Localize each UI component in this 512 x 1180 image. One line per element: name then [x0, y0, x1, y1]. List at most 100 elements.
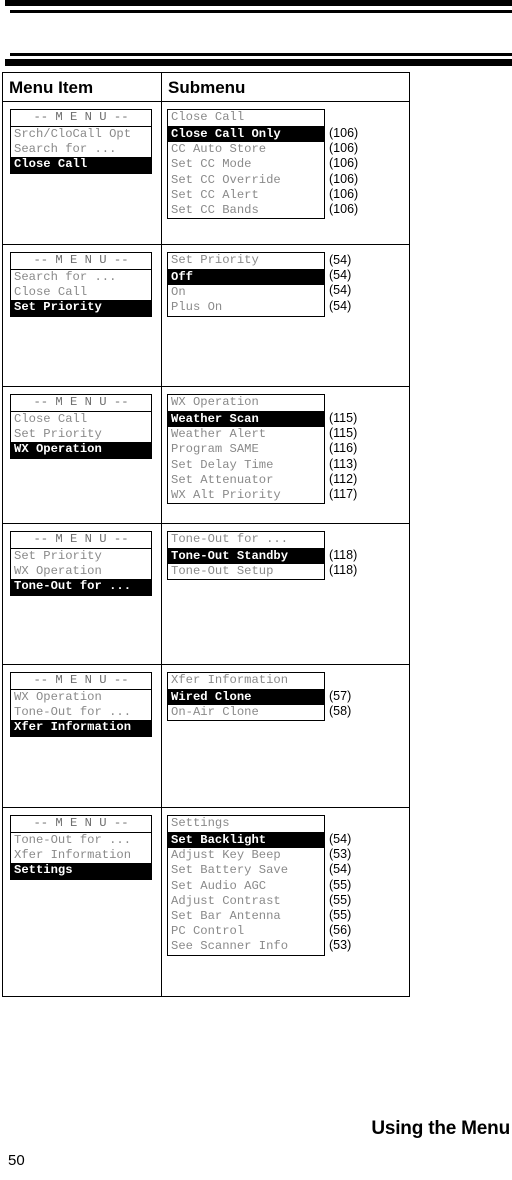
page-reference: (106): [329, 141, 359, 156]
lcd-menu-item[interactable]: WX Operation: [11, 564, 151, 579]
lcd-submenu-item[interactable]: Adjust Contrast: [168, 894, 324, 909]
lcd-menu-item[interactable]: Search for ...: [11, 270, 151, 285]
lcd-menu-item[interactable]: Search for ...: [11, 142, 151, 157]
table-row: -- M E N U -- WX Operation Tone-Out for ..…: [2, 664, 410, 808]
table-row: -- M E N U -- Srch/CloCall Opt Search for …: [2, 101, 410, 245]
lcd-submenu-item-selected[interactable]: Tone-Out Standby: [168, 549, 324, 565]
page-reference: (55): [329, 892, 352, 907]
lcd-menu-panel: -- M E N U -- Srch/CloCall Opt Search for …: [10, 109, 152, 174]
lcd-menu-panel: -- M E N U -- Close Call Set Priority WX Op…: [10, 394, 152, 459]
page-reference: (57): [329, 689, 352, 703]
lcd-menu-header: -- M E N U --: [11, 532, 151, 549]
lcd-submenu-item-selected[interactable]: Off: [168, 270, 324, 286]
lcd-menu-item[interactable]: Close Call: [11, 285, 151, 300]
lcd-submenu-item[interactable]: PC Control: [168, 924, 324, 939]
table-row: -- M E N U -- Close Call Set Priority WX Op…: [2, 386, 410, 524]
page-reference: (55): [329, 907, 352, 922]
lcd-submenu-title: Set Priority: [168, 253, 324, 270]
lcd-submenu-item[interactable]: Tone-Out Setup: [168, 564, 324, 579]
page-reference: (54): [329, 253, 352, 267]
header-rule-thin-bottom: [10, 53, 512, 56]
lcd-submenu-item[interactable]: See Scanner Info: [168, 939, 324, 954]
lcd-menu-item[interactable]: Tone-Out for ...: [11, 833, 151, 848]
page-reference: (106): [329, 171, 359, 186]
lcd-submenu-item[interactable]: Set CC Mode: [168, 157, 324, 172]
lcd-submenu-item[interactable]: Weather Alert: [168, 427, 324, 442]
table-row: -- M E N U -- Search for ... Close Call Set…: [2, 244, 410, 387]
lcd-submenu-item[interactable]: Set CC Bands: [168, 203, 324, 218]
lcd-menu-item[interactable]: Set Priority: [11, 549, 151, 564]
lcd-submenu-item[interactable]: Adjust Key Beep: [168, 848, 324, 863]
lcd-menu-item-selected[interactable]: WX Operation: [11, 442, 151, 458]
lcd-submenu-panel: Close Call Close Call Only CC Auto Store Se…: [167, 109, 325, 220]
menu-item-cell: -- M E N U -- Close Call Set Priority WX Op…: [2, 386, 162, 524]
lcd-menu-header: -- M E N U --: [11, 110, 151, 127]
submenu-cell: WX Operation Weather Scan Weather Alert Pro…: [161, 386, 410, 524]
footer-section-title: Using the Menu: [371, 1118, 510, 1139]
lcd-submenu-item-selected[interactable]: Weather Scan: [168, 412, 324, 428]
page-reference: (116): [329, 441, 358, 456]
lcd-submenu-item-selected[interactable]: Wired Clone: [168, 690, 324, 706]
lcd-menu-item-selected[interactable]: Tone-Out for ...: [11, 579, 151, 595]
header-rule-thick-bottom: [5, 59, 512, 66]
lcd-submenu-item[interactable]: Set Delay Time: [168, 458, 324, 473]
table-row: -- M E N U -- Tone-Out for ... Xfer Inform…: [2, 807, 410, 997]
lcd-submenu-item[interactable]: CC Auto Store: [168, 142, 324, 157]
lcd-submenu-item[interactable]: On: [168, 285, 324, 300]
menu-item-cell: -- M E N U -- WX Operation Tone-Out for ..…: [2, 664, 162, 808]
lcd-menu-item[interactable]: Set Priority: [11, 427, 151, 442]
lcd-submenu-item[interactable]: Set Bar Antenna: [168, 909, 324, 924]
lcd-submenu-item-selected[interactable]: Close Call Only: [168, 127, 324, 143]
lcd-submenu-title: Xfer Information: [168, 673, 324, 690]
table-body: -- M E N U -- Srch/CloCall Opt Search for …: [2, 101, 410, 997]
lcd-menu-item[interactable]: Tone-Out for ...: [11, 705, 151, 720]
lcd-menu-panel: -- M E N U -- Set Priority WX Operation Ton…: [10, 531, 152, 596]
lcd-menu-item-selected[interactable]: Xfer Information: [11, 720, 151, 736]
page-reference: (113): [329, 456, 358, 471]
page-reference: (106): [329, 186, 359, 201]
menu-item-cell: -- M E N U -- Set Priority WX Operation Ton…: [2, 523, 162, 665]
page-reference: (112): [329, 471, 358, 486]
lcd-submenu-item[interactable]: Set Battery Save: [168, 863, 324, 878]
lcd-menu-item[interactable]: WX Operation: [11, 690, 151, 705]
lcd-submenu-item[interactable]: Set CC Alert: [168, 188, 324, 203]
lcd-menu-header: -- M E N U --: [11, 673, 151, 690]
lcd-menu-item-selected[interactable]: Set Priority: [11, 300, 151, 316]
page-reference-list: (115) (115) (116) (113) (112) (117): [329, 394, 357, 502]
lcd-menu-item[interactable]: Srch/CloCall Opt: [11, 127, 151, 142]
lcd-submenu-item[interactable]: WX Alt Priority: [168, 488, 324, 503]
submenu-cell: Settings Set Backlight Adjust Key Beep Set …: [161, 807, 410, 997]
lcd-menu-item[interactable]: Xfer Information: [11, 848, 151, 863]
lcd-submenu-title: Settings: [168, 816, 324, 833]
lcd-submenu-item[interactable]: Plus On: [168, 300, 324, 315]
page-reference: (115): [329, 426, 358, 441]
lcd-submenu-panel: Xfer Information Wired Clone On-Air Clone: [167, 672, 325, 722]
submenu-cell: Tone-Out for ... Tone-Out Standby Tone-Out…: [161, 523, 410, 665]
header-rule-thick-top: [5, 0, 512, 6]
page-reference: (54): [329, 862, 352, 877]
page-reference: (54): [329, 298, 352, 313]
lcd-submenu-title: WX Operation: [168, 395, 324, 412]
page-reference-list: (54) (54) (54) (54): [329, 252, 351, 314]
lcd-menu-item[interactable]: Close Call: [11, 412, 151, 427]
lcd-submenu-item[interactable]: Set CC Override: [168, 173, 324, 188]
menu-item-cell: -- M E N U -- Tone-Out for ... Xfer Inform…: [2, 807, 162, 997]
submenu-cell: Set Priority Off On Plus On (54) (54) (54) (54): [161, 244, 410, 387]
page-reference: (56): [329, 923, 352, 938]
lcd-submenu-item-selected[interactable]: Set Backlight: [168, 833, 324, 849]
lcd-submenu-item[interactable]: Set Audio AGC: [168, 879, 324, 894]
page-reference: (54): [329, 832, 352, 846]
lcd-submenu-item[interactable]: On-Air Clone: [168, 705, 324, 720]
header-rule-thin-top: [10, 10, 512, 13]
page-reference-list: (118) (118): [329, 531, 357, 578]
lcd-submenu-item[interactable]: Set Attenuator: [168, 473, 324, 488]
lcd-menu-header: -- M E N U --: [11, 816, 151, 833]
lcd-menu-item-selected[interactable]: Close Call: [11, 157, 151, 173]
lcd-submenu-title: Close Call: [168, 110, 324, 127]
page-reference: (53): [329, 847, 352, 862]
lcd-submenu-panel: Tone-Out for ... Tone-Out Standby Tone-Out…: [167, 531, 325, 581]
lcd-submenu-item[interactable]: Program SAME: [168, 442, 324, 457]
menu-item-cell: -- M E N U -- Search for ... Close Call Set…: [2, 244, 162, 387]
submenu-cell: Xfer Information Wired Clone On-Air Clone (…: [161, 664, 410, 808]
lcd-menu-item-selected[interactable]: Settings: [11, 863, 151, 879]
